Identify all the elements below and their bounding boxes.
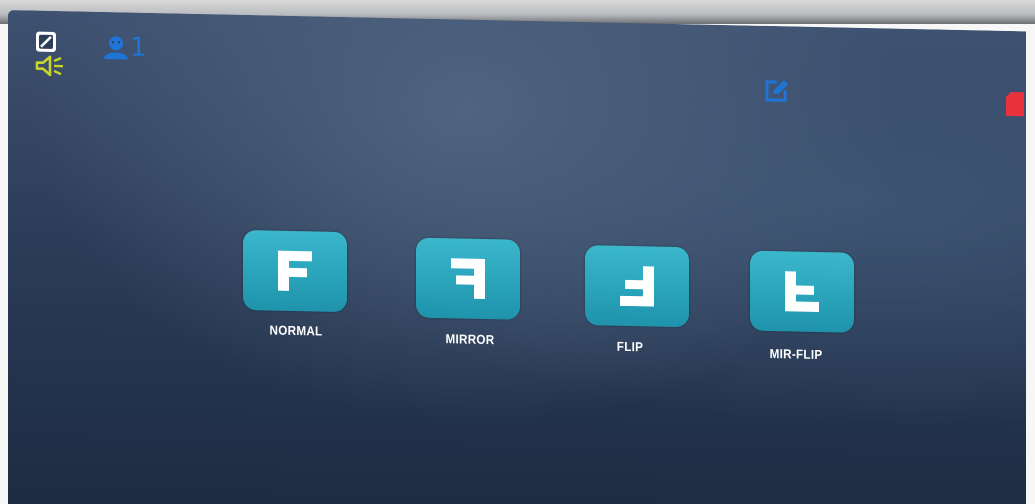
mode-normal-button[interactable]	[243, 229, 347, 313]
mode-normal-label: NORMAL	[269, 322, 323, 339]
f-normal-icon	[278, 250, 312, 291]
mode-mir-flip-label: MIR-FLIP	[769, 345, 823, 363]
user-count: 1	[130, 32, 147, 63]
f-flipped-icon	[620, 266, 654, 307]
display-screen: 1 NORMAL MIRROR FLIP MIR-FLIP	[8, 10, 1026, 504]
hdd-status-icon	[36, 31, 56, 52]
mode-mirror-button[interactable]	[416, 237, 520, 320]
speaker-icon	[35, 55, 63, 77]
mode-mir-flip-button[interactable]	[750, 250, 854, 333]
mode-mirror-label: MIRROR	[445, 331, 495, 348]
f-mirrored-icon	[451, 258, 485, 299]
mode-flip-label: FLIP	[616, 338, 644, 355]
edit-icon[interactable]	[763, 78, 791, 105]
user-icon	[104, 36, 128, 60]
dvr-screen-photo: 1 NORMAL MIRROR FLIP MIR-FLIP	[0, 0, 1035, 504]
mode-flip-button[interactable]	[585, 245, 689, 328]
user-status: 1	[103, 32, 147, 63]
f-mirror-flipped-icon	[785, 271, 819, 312]
sd-card-icon	[1006, 92, 1024, 117]
